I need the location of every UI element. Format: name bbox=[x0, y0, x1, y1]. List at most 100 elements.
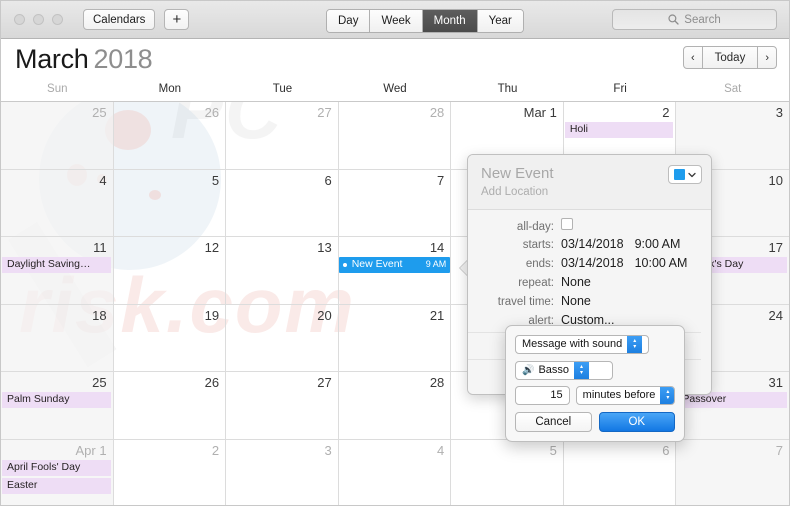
alert-offset-row: 15 minutes before ▴ ▾ bbox=[515, 385, 675, 405]
ok-button[interactable]: OK bbox=[598, 411, 675, 432]
previous-month-button[interactable]: ‹ bbox=[684, 47, 703, 68]
event-title: New Event bbox=[351, 258, 403, 270]
repeat-value[interactable]: None bbox=[561, 275, 591, 289]
allday-checkbox[interactable] bbox=[561, 218, 573, 230]
view-tab-year[interactable]: Year bbox=[477, 10, 523, 32]
travel-time-label: travel time: bbox=[497, 296, 554, 308]
day-cell[interactable]: 6 bbox=[226, 169, 339, 237]
day-number: 4 bbox=[99, 172, 107, 188]
day-number: 3 bbox=[324, 442, 332, 458]
day-cell[interactable]: 19 bbox=[113, 304, 227, 372]
search-input[interactable]: Search bbox=[612, 9, 777, 30]
day-number: 14 bbox=[429, 240, 445, 255]
day-cell[interactable]: 20 bbox=[226, 304, 339, 372]
day-cell[interactable]: 28 bbox=[338, 102, 452, 170]
day-number: 2 bbox=[211, 442, 220, 458]
weekday-tue: Tue bbox=[272, 83, 293, 95]
day-number: 21 bbox=[429, 307, 445, 323]
allday-label: all-day: bbox=[516, 221, 554, 233]
day-number: Apr 1 bbox=[75, 442, 107, 458]
weekday-sun: Sun bbox=[47, 83, 68, 95]
day-number: 28 bbox=[429, 375, 445, 390]
day-number: 11 bbox=[93, 240, 107, 255]
event-location-input[interactable]: Add Location bbox=[481, 184, 701, 200]
alert-type-value: Message with sound bbox=[522, 338, 623, 350]
day-cell[interactable]: 28 bbox=[338, 372, 452, 440]
minimize-window-icon[interactable] bbox=[33, 14, 44, 25]
starts-time-field[interactable]: 9:00 AM bbox=[635, 237, 681, 251]
day-cell[interactable]: Apr 1 April Fools' Day Easter bbox=[1, 439, 114, 505]
next-month-button[interactable]: › bbox=[758, 47, 776, 68]
cancel-button[interactable]: Cancel bbox=[515, 411, 592, 432]
day-cell[interactable]: 4 bbox=[339, 439, 452, 505]
day-cell[interactable]: 18 bbox=[1, 304, 114, 372]
day-cell[interactable]: 11 Daylight Saving… bbox=[1, 237, 114, 305]
today-button[interactable]: Today bbox=[703, 47, 759, 68]
day-cell[interactable]: 13 bbox=[226, 237, 339, 305]
weekday-mon: Mon bbox=[158, 83, 182, 95]
close-window-icon[interactable] bbox=[14, 14, 25, 25]
day-cell[interactable]: 2 bbox=[114, 439, 227, 505]
alert-unit-select[interactable]: minutes before ▴ ▾ bbox=[575, 385, 675, 405]
year-label: 2018 bbox=[93, 43, 153, 74]
event-chip-holiday[interactable]: Easter bbox=[2, 477, 111, 494]
alert-sound-value: Basso bbox=[538, 364, 570, 376]
ends-date-field[interactable]: 03/14/2018 bbox=[561, 256, 624, 270]
day-cell[interactable]: 27 bbox=[226, 372, 339, 440]
day-number: 18 bbox=[92, 307, 107, 323]
day-cell[interactable]: 25 Palm Sunday bbox=[1, 372, 114, 440]
day-cell[interactable]: 26 bbox=[113, 102, 227, 170]
event-chip-selected[interactable]: New Event 9 AM bbox=[338, 257, 451, 273]
day-number: 27 bbox=[317, 375, 332, 390]
view-tab-month[interactable]: Month bbox=[422, 10, 478, 32]
day-cell[interactable]: 26 bbox=[113, 372, 227, 440]
day-number: 20 bbox=[317, 307, 332, 323]
day-cell[interactable]: 27 bbox=[226, 102, 339, 170]
event-chip-holiday[interactable]: Daylight Saving… bbox=[2, 257, 111, 273]
ends-time-field[interactable]: 10:00 AM bbox=[635, 256, 688, 270]
view-tab-week[interactable]: Week bbox=[370, 10, 423, 32]
day-cell[interactable]: 4 bbox=[1, 169, 114, 237]
event-chip-holiday[interactable]: April Fools' Day bbox=[2, 459, 111, 476]
day-cell[interactable]: 25 bbox=[1, 102, 114, 170]
popover-header: New Event Add Location bbox=[468, 155, 711, 210]
day-number: 12 bbox=[204, 240, 220, 255]
travel-time-value[interactable]: None bbox=[561, 294, 591, 308]
day-cell[interactable]: 3 bbox=[226, 439, 339, 505]
view-switcher: Day Week Month Year bbox=[326, 9, 524, 33]
starts-date-field[interactable]: 03/14/2018 bbox=[561, 237, 624, 251]
day-number: 6 bbox=[324, 172, 332, 188]
window-toolbar: Calendars + Day Week Month Year Search bbox=[1, 1, 789, 39]
day-cell[interactable]: 12 bbox=[113, 237, 227, 305]
alert-type-select[interactable]: Message with sound ▴ ▾ bbox=[515, 334, 649, 354]
page-title: March 2018 bbox=[15, 43, 153, 75]
weekday-thu: Thu bbox=[497, 83, 518, 95]
calendars-button[interactable]: Calendars bbox=[83, 9, 156, 30]
stepper-arrows-icon: ▴ ▾ bbox=[627, 335, 643, 353]
day-number: 5 bbox=[211, 172, 220, 188]
day-cell[interactable]: 5 bbox=[113, 169, 227, 237]
event-chip-holiday[interactable]: Holi bbox=[564, 122, 674, 138]
day-number: 2 bbox=[662, 105, 670, 120]
day-number: Mar 1 bbox=[523, 105, 557, 120]
view-tab-day[interactable]: Day bbox=[327, 10, 371, 32]
alert-amount-input[interactable]: 15 bbox=[515, 385, 570, 405]
calendar-color-dropdown[interactable] bbox=[668, 165, 702, 184]
stepper-arrows-icon: ▴ ▾ bbox=[660, 386, 674, 404]
field-row-repeat: repeat: None bbox=[468, 275, 701, 291]
day-cell[interactable]: 21 bbox=[338, 304, 452, 372]
add-event-button[interactable]: + bbox=[164, 9, 190, 30]
day-cell[interactable]: 5 bbox=[451, 439, 564, 505]
day-cell[interactable]: 14 New Event 9 AM bbox=[338, 237, 452, 305]
day-number: 13 bbox=[317, 240, 332, 255]
month-header: March 2018 ‹ Today › bbox=[1, 39, 789, 79]
day-cell[interactable]: 7 bbox=[676, 439, 789, 505]
day-number: 19 bbox=[204, 307, 220, 323]
maximize-window-icon[interactable] bbox=[52, 14, 63, 25]
alert-sound-select[interactable]: 🔊 Basso ▴ ▾ bbox=[515, 360, 613, 380]
day-cell[interactable]: 7 bbox=[338, 169, 452, 237]
calendar-window: Calendars + Day Week Month Year Search M… bbox=[0, 0, 790, 506]
day-cell[interactable]: 6 bbox=[564, 439, 677, 505]
day-number: 25 bbox=[92, 105, 107, 120]
event-chip-holiday[interactable]: Palm Sunday bbox=[2, 392, 111, 408]
